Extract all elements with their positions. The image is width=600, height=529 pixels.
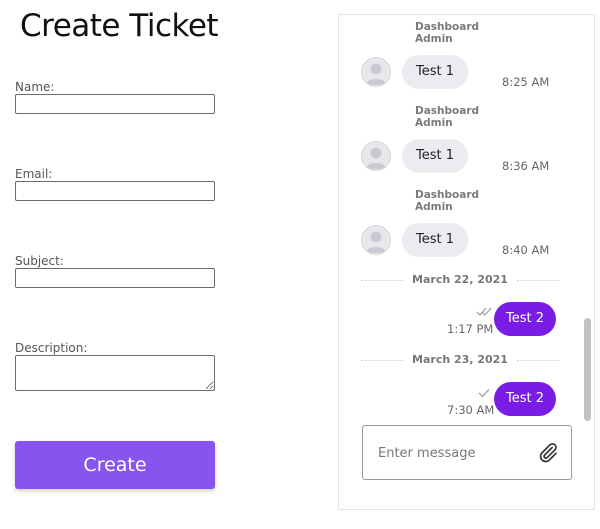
- date-divider: March 23, 2021: [361, 353, 559, 367]
- description-field[interactable]: [15, 355, 215, 391]
- page-title: Create Ticket: [20, 8, 219, 44]
- message-sender: Dashboard Admin: [415, 105, 480, 129]
- message-time: 8:25 AM: [502, 75, 550, 89]
- name-label: Name:: [15, 80, 55, 94]
- message-sender: Dashboard Admin: [415, 189, 480, 213]
- message-time: 8:36 AM: [502, 159, 550, 173]
- message-composer: [362, 425, 572, 480]
- user-icon: [366, 147, 386, 169]
- date-label: March 22, 2021: [412, 273, 508, 286]
- paperclip-icon[interactable]: [537, 442, 559, 464]
- avatar: [361, 225, 391, 255]
- email-label: Email:: [15, 167, 53, 181]
- date-label: March 23, 2021: [412, 353, 508, 366]
- message-time: 7:30 AM: [447, 403, 495, 417]
- message-bubble: Test 1: [402, 139, 469, 173]
- subject-field[interactable]: [15, 268, 215, 288]
- avatar: [361, 57, 391, 87]
- description-label: Description:: [15, 341, 88, 355]
- user-icon: [366, 231, 386, 253]
- message-bubble: Test 1: [402, 55, 469, 89]
- message-time: 1:17 PM: [447, 322, 494, 336]
- create-button[interactable]: Create: [15, 441, 215, 489]
- message-time: 8:40 AM: [502, 243, 550, 257]
- avatar: [361, 141, 391, 171]
- message-bubble-outgoing: Test 2: [493, 382, 556, 416]
- double-check-icon: [476, 306, 492, 319]
- check-icon: [478, 388, 490, 401]
- date-divider: March 22, 2021: [361, 273, 559, 287]
- message-sender: Dashboard Admin: [415, 21, 480, 45]
- message-bubble: Test 1: [402, 223, 469, 257]
- email-field[interactable]: [15, 181, 215, 201]
- message-bubble-outgoing: Test 2: [493, 302, 556, 336]
- user-icon: [366, 63, 386, 85]
- scrollbar-thumb[interactable]: [584, 318, 591, 421]
- chat-panel: Dashboard Admin Test 1 8:25 AM Dashboard…: [338, 14, 595, 510]
- message-input[interactable]: [378, 443, 528, 463]
- name-field[interactable]: [15, 94, 215, 114]
- subject-label: Subject:: [15, 254, 64, 268]
